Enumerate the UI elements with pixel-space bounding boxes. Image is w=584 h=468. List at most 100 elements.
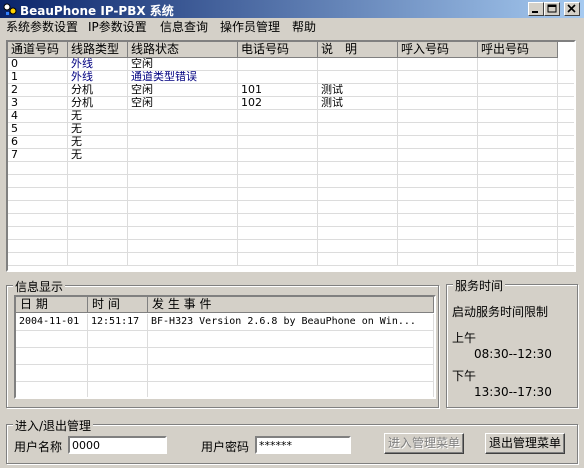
username-input[interactable] [68,436,167,454]
table-cell: 102 [238,97,318,110]
table-cell [478,201,558,214]
table-row[interactable]: 7无 [8,149,574,162]
table-cell [398,149,478,162]
service-time-label: 服务时间 [453,277,506,294]
pm-time: 13:30--17:30 [474,385,552,399]
enter-manage-button[interactable]: 进入管理菜单 [384,433,464,454]
column-header[interactable]: 线路状态 [128,42,238,58]
table-cell [398,253,478,266]
table-cell [398,227,478,240]
table-cell: 6 [8,136,68,149]
table-cell [128,227,238,240]
table-cell [478,58,558,71]
table-cell [128,110,238,123]
table-cell: 无 [68,110,128,123]
menu-operator-manage[interactable]: 操作员管理 [220,20,280,35]
log-row[interactable] [16,365,434,382]
log-column-header[interactable]: 日 期 [16,297,88,313]
column-header[interactable]: 电话号码 [238,42,318,58]
menu-ip-params[interactable]: IP参数设置 [88,20,147,35]
table-cell: 分机 [68,97,128,110]
table-cell [478,71,558,84]
table-row[interactable] [8,253,574,266]
window-title: BeauPhone IP-PBX 系统 [20,4,174,18]
table-cell [318,162,398,175]
column-header[interactable]: 说 明 [318,42,398,58]
close-button[interactable] [564,2,580,16]
column-header[interactable]: 线路类型 [68,42,128,58]
table-cell [128,136,238,149]
table-row[interactable] [8,214,574,227]
table-cell [398,58,478,71]
username-label: 用户名称 [14,440,63,454]
table-row[interactable]: 0 外线 空闲 [8,58,574,71]
table-cell: 1 [8,71,68,84]
log-row[interactable] [16,382,434,397]
table-cell [238,162,318,175]
channel-table[interactable]: 通道号码 线路类型 线路状态 电话号码说 明呼入号码 呼出号码 0 外线 空闲 1 外线 通道类型错… [6,40,576,272]
table-cell [8,175,68,188]
table-row[interactable]: 1 外线 通道类型错误 [8,71,574,84]
column-header[interactable]: 呼出号码 [478,42,558,58]
table-row[interactable] [8,175,574,188]
event-log-table[interactable]: 日 期时 间发 生 事 件 2004-11-01 12:51:17 BF-H323 V… [14,295,436,399]
table-cell [318,175,398,188]
table-row[interactable]: 3 分机 空闲 102 测试 [8,97,574,110]
menu-bar: 系统参数设置 IP参数设置 信息查询 操作员管理 帮助 [0,18,584,37]
table-cell [68,201,128,214]
table-cell [128,123,238,136]
log-cell: 12:51:17 [88,314,148,331]
column-header[interactable]: 通道号码 [8,42,68,58]
table-row[interactable] [8,201,574,214]
log-cell [88,348,148,365]
table-row[interactable]: 5无 [8,123,574,136]
table-cell [478,110,558,123]
column-header[interactable]: 呼入号码 [398,42,478,58]
table-row[interactable]: 6无 [8,136,574,149]
menu-info-query[interactable]: 信息查询 [160,20,208,35]
info-display-label: 信息显示 [13,278,66,295]
log-cell: BF-H323 Version 2.6.8 by BeauPhone on Wi… [148,314,434,331]
log-row[interactable] [16,348,434,365]
table-row[interactable]: 2 分机 空闲 101 测试 [8,84,574,97]
table-row[interactable]: 4无 [8,110,574,123]
table-row[interactable] [8,188,574,201]
table-cell [8,253,68,266]
minimize-button[interactable] [528,2,544,16]
table-cell [8,188,68,201]
table-row[interactable] [8,240,574,253]
table-row[interactable] [8,162,574,175]
table-cell [318,240,398,253]
table-cell [398,240,478,253]
log-cell [148,331,434,348]
log-row[interactable] [16,331,434,348]
table-cell [128,253,238,266]
password-input[interactable] [255,436,351,454]
table-row[interactable] [8,227,574,240]
table-cell [238,201,318,214]
exit-manage-button[interactable]: 退出管理菜单 [485,433,565,454]
log-cell [148,382,434,397]
table-cell [398,214,478,227]
password-label: 用户密码 [201,440,250,454]
log-cell [16,348,88,365]
log-row[interactable]: 2004-11-01 12:51:17 BF-H323 Version 2.6.8 … [16,314,434,331]
am-time: 08:30--12:30 [474,347,552,361]
table-cell [478,149,558,162]
menu-help[interactable]: 帮助 [292,20,316,35]
menu-system-params[interactable]: 系统参数设置 [6,20,78,35]
table-cell: 无 [68,136,128,149]
table-cell: 测试 [318,84,398,97]
table-cell: 通道类型错误 [128,71,238,84]
pm-label: 下午 [452,369,477,383]
log-column-header[interactable]: 发 生 事 件 [148,297,434,313]
log-cell [16,331,88,348]
table-cell [8,214,68,227]
table-cell: 无 [68,123,128,136]
table-cell [398,110,478,123]
log-cell [148,365,434,382]
maximize-button[interactable] [544,2,560,16]
phone-app-icon [3,3,17,15]
am-label: 上午 [452,331,477,345]
log-column-header[interactable]: 时 间 [88,297,148,313]
